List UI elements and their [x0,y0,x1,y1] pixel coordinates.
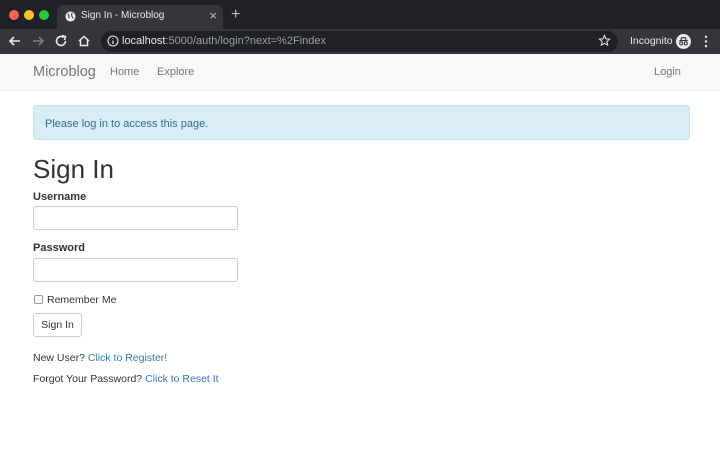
incognito-icon[interactable] [676,34,691,49]
password-label: Password [33,242,85,254]
bookmark-star-icon[interactable] [598,34,611,47]
tab-title: Sign In - Microblog [81,10,165,21]
page-title: Sign In [33,154,114,184]
maximize-window-button[interactable] [39,10,49,20]
remember-me-checkbox[interactable] [34,295,43,304]
register-link[interactable]: Click to Register! [88,352,167,364]
home-icon[interactable] [76,33,92,49]
remember-me-label[interactable]: Remember Me [47,294,116,306]
register-line: New User? Click to Register! [33,352,167,364]
close-window-button[interactable] [9,10,19,20]
site-navbar: Microblog Home Explore Login [0,54,720,91]
reset-line: Forgot Your Password? Click to Reset It [33,373,219,385]
nav-home-link[interactable]: Home [110,66,139,78]
browser-tab[interactable]: Sign In - Microblog × [57,5,223,29]
username-label: Username [33,191,87,203]
url-text[interactable]: localhost:5000/auth/login?next=%2Findex [122,35,326,47]
globe-icon [65,11,76,22]
reset-prefix: Forgot Your Password? [33,373,143,385]
new-tab-button[interactable]: + [231,6,240,24]
reset-password-link[interactable]: Click to Reset It [145,373,219,385]
url-path: :5000/auth/login?next=%2Findex [165,35,326,47]
alert-message: Please log in to access this page. [45,118,209,130]
url-host: localhost [122,35,166,47]
info-alert: Please log in to access this page. [33,105,690,140]
address-bar[interactable]: localhost:5000/auth/login?next=%2Findex [101,31,618,52]
brand-link[interactable]: Microblog [33,64,96,80]
register-prefix: New User? [33,352,85,364]
back-arrow-icon[interactable] [7,33,23,49]
browser-toolbar: localhost:5000/auth/login?next=%2Findex … [0,29,720,54]
more-menu-icon[interactable] [702,35,710,48]
password-field[interactable] [33,258,238,282]
minimize-window-button[interactable] [24,10,34,20]
page-viewport: Microblog Home Explore Login Please log … [0,54,720,454]
reload-icon[interactable] [53,33,69,49]
sign-in-button[interactable]: Sign In [33,313,82,337]
nav-explore-link[interactable]: Explore [157,66,194,78]
nav-login-link[interactable]: Login [654,66,681,78]
browser-titlebar: Sign In - Microblog × + [0,0,720,29]
username-field[interactable] [33,206,238,230]
info-icon[interactable] [107,35,119,47]
incognito-label: Incognito [630,35,673,47]
tab-close-icon[interactable]: × [209,8,217,24]
forward-arrow-icon[interactable] [30,33,46,49]
